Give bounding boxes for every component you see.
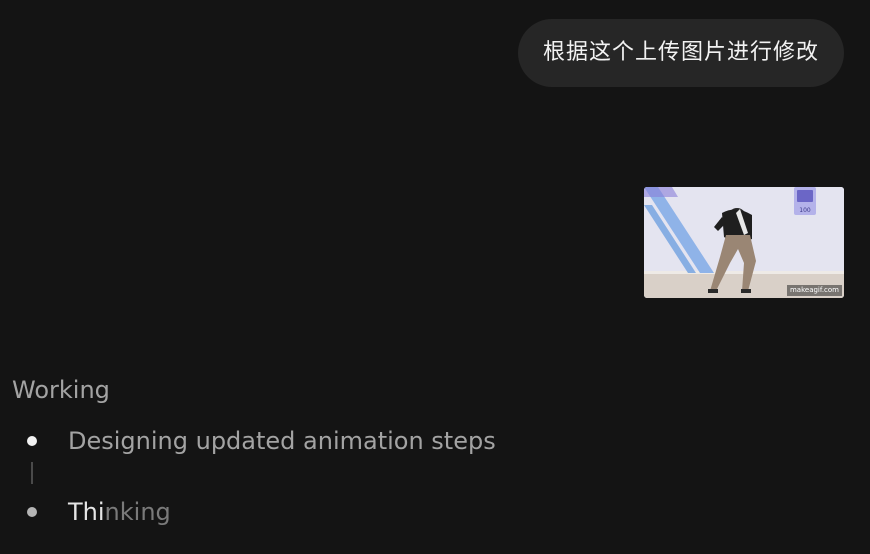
uploaded-image-attachment[interactable]: 100 makeagif.com bbox=[644, 187, 844, 298]
step-label: Designing updated animation steps bbox=[68, 427, 496, 455]
makeagif-watermark: makeagif.com bbox=[786, 285, 842, 296]
wall-sign-number: 100 bbox=[799, 207, 811, 214]
step-done-bullet-icon bbox=[27, 436, 37, 446]
step-label-thinking: Thinking bbox=[68, 498, 171, 526]
step-active-bullet-icon bbox=[27, 507, 37, 517]
dancer-gif-image: 100 bbox=[644, 187, 844, 298]
step-connector-line bbox=[31, 462, 33, 484]
chat-page: 根据这个上传图片进行修改 100 makeagif.com Working De… bbox=[0, 0, 870, 554]
user-message-bubble: 根据这个上传图片进行修改 bbox=[517, 19, 844, 87]
status-title: Working bbox=[12, 376, 110, 404]
